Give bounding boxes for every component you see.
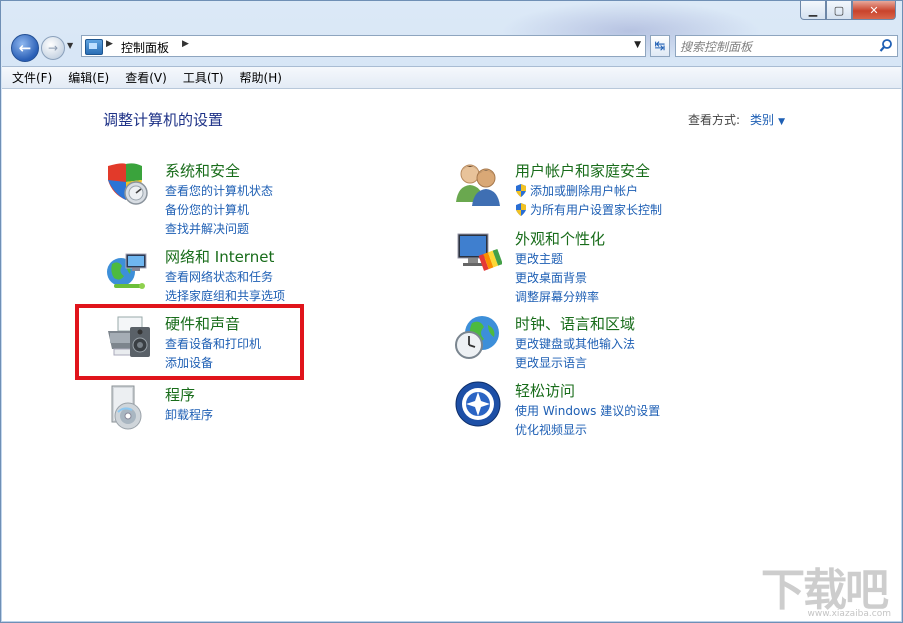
category-appearance: 外观和个性化 更改主题 更改桌面背景 调整屏幕分辨率	[454, 228, 754, 308]
menu-bar: 文件(F) 编辑(E) 查看(V) 工具(T) 帮助(H)	[2, 66, 901, 89]
back-arrow-icon: ←	[18, 39, 32, 57]
category-title-clock-language[interactable]: 时钟、语言和区域	[515, 313, 635, 334]
link-view-network-status[interactable]: 查看网络状态和任务	[165, 268, 273, 285]
menu-view[interactable]: 查看(V)	[125, 69, 167, 86]
category-clock-language-region: 时钟、语言和区域 更改键盘或其他输入法 更改显示语言	[454, 313, 754, 373]
menu-help[interactable]: 帮助(H)	[240, 69, 282, 86]
view-by-dropdown-icon[interactable]: ▼	[778, 117, 785, 127]
link-add-remove-accounts[interactable]: 添加或删除用户帐户	[515, 182, 638, 199]
link-add-remove-accounts-label: 添加或删除用户帐户	[530, 184, 639, 198]
security-shield-icon[interactable]	[104, 160, 152, 208]
category-title-network-internet[interactable]: 网络和 Internet	[165, 246, 274, 267]
control-panel-icon	[85, 39, 103, 55]
watermark-url: www.xiazaiba.com	[807, 609, 891, 619]
refresh-button[interactable]: ↹	[650, 35, 670, 57]
link-parental-controls[interactable]: 为所有用户设置家长控制	[515, 201, 662, 218]
menu-tools[interactable]: 工具(T)	[183, 69, 224, 86]
search-icon[interactable]	[879, 38, 893, 54]
category-title-programs[interactable]: 程序	[165, 384, 195, 405]
view-by-label: 查看方式:	[688, 113, 741, 127]
link-backup-computer[interactable]: 备份您的计算机	[165, 201, 249, 218]
link-change-desktop-background[interactable]: 更改桌面背景	[515, 269, 587, 286]
breadcrumb-control-panel[interactable]: 控制面板	[121, 39, 169, 56]
forward-button[interactable]: →	[41, 36, 65, 60]
page-title: 调整计算机的设置	[103, 111, 224, 129]
menu-edit[interactable]: 编辑(E)	[68, 69, 109, 86]
link-change-theme[interactable]: 更改主题	[515, 250, 563, 267]
search-box[interactable]	[675, 35, 898, 57]
programs-icon[interactable]	[104, 384, 152, 432]
link-homegroup-sharing[interactable]: 选择家庭组和共享选项	[165, 287, 285, 304]
category-title-system-security[interactable]: 系统和安全	[165, 160, 240, 181]
category-user-accounts: 用户帐户和家庭安全 添加或删除用户帐户 为所有用户设置家长控制	[454, 160, 754, 220]
view-by-dropdown[interactable]: 类别	[750, 113, 774, 127]
minimize-button[interactable]: ▁	[800, 1, 826, 20]
link-parental-controls-label: 为所有用户设置家长控制	[530, 203, 663, 217]
link-change-display-language[interactable]: 更改显示语言	[515, 354, 587, 371]
watermark-logo: 下载吧 www.xiazaiba.com	[761, 569, 891, 620]
uac-shield-icon	[516, 184, 526, 197]
address-bar[interactable]: ▶ 控制面板 ▶ ▼	[81, 35, 646, 57]
link-change-keyboard-input[interactable]: 更改键盘或其他输入法	[515, 335, 635, 352]
back-button[interactable]: ←	[11, 34, 39, 62]
uac-shield-icon	[516, 203, 526, 216]
content-area: 调整计算机的设置 查看方式: 类别 ▼ 系统和安全 查看您的计算机状态 备份您的计算…	[2, 89, 901, 621]
refresh-icon: ↹	[654, 38, 666, 54]
link-uninstall-program[interactable]: 卸载程序	[165, 406, 213, 423]
navigation-bar: ← → ▼ ▶ 控制面板 ▶ ▼ ↹	[9, 32, 898, 62]
link-adjust-resolution[interactable]: 调整屏幕分辨率	[515, 288, 599, 305]
maximize-button[interactable]: ▢	[826, 1, 852, 20]
caption-buttons: ▁ ▢ ✕	[800, 1, 896, 20]
category-title-appearance[interactable]: 外观和个性化	[515, 228, 605, 249]
category-title-ease-of-access[interactable]: 轻松访问	[515, 380, 575, 401]
breadcrumb-chevron-icon[interactable]: ▶	[182, 39, 189, 49]
category-title-user-accounts[interactable]: 用户帐户和家庭安全	[515, 160, 650, 181]
link-windows-suggested-settings[interactable]: 使用 Windows 建议的设置	[515, 402, 660, 419]
appearance-monitor-icon[interactable]	[454, 228, 502, 276]
recent-pages-dropdown[interactable]: ▼	[67, 41, 73, 50]
forward-arrow-icon: →	[47, 41, 59, 55]
link-view-computer-status[interactable]: 查看您的计算机状态	[165, 182, 273, 199]
control-panel-window: ▁ ▢ ✕ ← → ▼ ▶ 控制面板 ▶ ▼ ↹ 文件(F) 编辑(E) 查看(…	[0, 0, 903, 623]
link-find-fix-problems[interactable]: 查找并解决问题	[165, 220, 249, 237]
highlight-box	[75, 304, 304, 380]
category-system-security: 系统和安全 查看您的计算机状态 备份您的计算机 查找并解决问题	[104, 160, 404, 240]
address-dropdown-icon[interactable]: ▼	[634, 40, 641, 50]
view-by: 查看方式: 类别 ▼	[688, 111, 785, 128]
search-input[interactable]	[678, 38, 872, 56]
category-network-internet: 网络和 Internet 查看网络状态和任务 选择家庭组和共享选项	[104, 246, 404, 306]
link-optimize-video-display[interactable]: 优化视频显示	[515, 421, 587, 438]
category-ease-of-access: 轻松访问 使用 Windows 建议的设置 优化视频显示	[454, 380, 754, 440]
ease-of-access-icon[interactable]	[454, 380, 502, 428]
close-button[interactable]: ✕	[852, 1, 896, 20]
category-programs: 程序 卸载程序	[104, 384, 404, 432]
breadcrumb-chevron-icon[interactable]: ▶	[106, 39, 113, 49]
user-accounts-icon[interactable]	[454, 160, 502, 208]
network-globe-icon[interactable]	[104, 246, 152, 294]
clock-globe-icon[interactable]	[454, 313, 502, 361]
menu-file[interactable]: 文件(F)	[12, 69, 52, 86]
